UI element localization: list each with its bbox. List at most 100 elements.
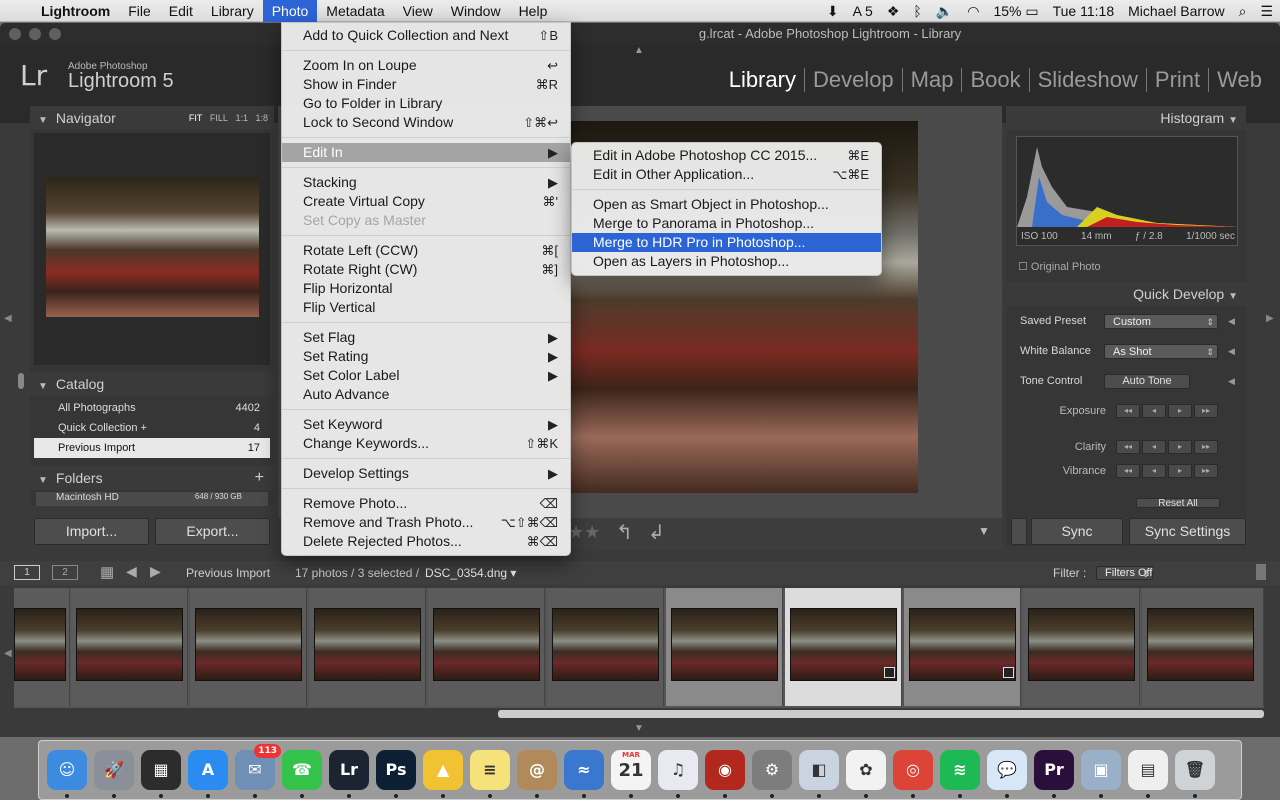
module-web[interactable]: Web — [1208, 68, 1270, 92]
close-window-button[interactable] — [9, 28, 21, 40]
preview-dock-icon[interactable]: ◧ — [799, 750, 839, 798]
edit-in-merge-to-hdr-pro-in-photoshop[interactable]: Merge to HDR Pro in Photoshop... — [572, 233, 881, 252]
photo-menu-change-keywords[interactable]: Change Keywords... ⇧⌘K — [282, 434, 570, 453]
user-name[interactable]: Michael Barrow — [1121, 3, 1231, 19]
photo-booth-dock-icon[interactable]: ◉ — [705, 750, 745, 798]
filmstrip-cell-active[interactable] — [785, 588, 902, 706]
filmstrip-cell[interactable] — [14, 588, 70, 706]
lightroom-dock-icon[interactable]: Lr — [329, 750, 369, 798]
photo-menu-delete-rejected-photos[interactable]: Delete Rejected Photos... ⌘⌫ — [282, 532, 570, 551]
edit-in-edit-in-other-application[interactable]: Edit in Other Application... ⌥⌘E — [572, 165, 881, 184]
filmstrip-cell[interactable] — [1142, 588, 1264, 706]
toolbar-menu-icon[interactable]: ▼ — [978, 524, 990, 538]
filmstrip-cell[interactable] — [190, 588, 307, 706]
secondary-screen-button[interactable]: 2 — [52, 565, 78, 580]
google-drive-dock-icon[interactable]: ▲ — [423, 750, 463, 798]
volume-row[interactable]: Macintosh HD 648 / 930 GB — [36, 492, 268, 506]
right-panel-toggle-icon[interactable]: ▶ — [1266, 313, 1274, 324]
menu-edit[interactable]: Edit — [160, 0, 202, 22]
menu-file[interactable]: File — [119, 0, 160, 22]
module-print[interactable]: Print — [1145, 68, 1208, 92]
catalog-header[interactable]: ▼ Catalog — [30, 372, 274, 396]
filmstrip-cell-selected[interactable] — [666, 588, 783, 706]
catalog-all-photographs[interactable]: All Photographs 4402 — [34, 398, 270, 418]
facetime-dock-icon[interactable]: ☎ — [282, 750, 322, 798]
dropbox-icon[interactable]: ❖ — [880, 3, 907, 20]
download-icon[interactable]: ⬇ — [820, 3, 846, 20]
module-library[interactable]: Library — [721, 68, 804, 92]
folders-header[interactable]: ▼ Folders + — [30, 466, 274, 490]
menu-metadata[interactable]: Metadata — [317, 0, 393, 22]
messages-dock-icon[interactable]: 💬 — [987, 750, 1027, 798]
photo-menu-flip-vertical[interactable]: Flip Vertical — [282, 298, 570, 317]
primary-screen-button[interactable]: 1 — [14, 565, 40, 580]
back-arrow-icon[interactable]: ◀ — [126, 563, 137, 580]
clarity-stepper[interactable]: ◂◂ ◂ ▸ ▸▸ — [1116, 440, 1218, 454]
module-map[interactable]: Map — [901, 68, 962, 92]
bluetooth-icon[interactable]: ᛒ — [906, 3, 928, 19]
apple-icon[interactable] — [0, 0, 32, 22]
photo-menu-lock-to-second-window[interactable]: Lock to Second Window ⇧⌘↩ — [282, 113, 570, 132]
module-develop[interactable]: Develop — [803, 68, 902, 92]
filmstrip-cell-selected[interactable] — [904, 588, 1021, 706]
sync-settings-button[interactable]: Sync Settings — [1129, 518, 1246, 545]
contacts-dock-icon[interactable]: @ — [517, 750, 557, 798]
menu-window[interactable]: Window — [442, 0, 510, 22]
photo-menu-remove-and-trash-photo[interactable]: Remove and Trash Photo... ⌥⇧⌘⌫ — [282, 513, 570, 532]
itunes-dock-icon[interactable]: ♫ — [658, 750, 698, 798]
menu-photo[interactable]: Photo — [262, 0, 318, 22]
expand-triangle-icon[interactable]: ◀ — [1228, 316, 1235, 327]
catalog-previous-import[interactable]: Previous Import 17 — [34, 438, 270, 458]
filmstrip-cell[interactable] — [309, 588, 426, 706]
photo-menu-auto-advance[interactable]: Auto Advance — [282, 385, 570, 404]
auto-sync-toggle[interactable] — [1011, 518, 1027, 545]
filmstrip-cell[interactable] — [428, 588, 545, 706]
photo-menu-develop-settings[interactable]: Develop Settings ▶ — [282, 464, 570, 483]
quick-develop-header[interactable]: Quick Develop ▼ — [1006, 282, 1246, 306]
spotify-dock-icon[interactable]: ≋ — [940, 750, 980, 798]
forward-arrow-icon[interactable]: ▶ — [150, 563, 161, 580]
exposure-stepper[interactable]: ◂◂ ◂ ▸ ▸▸ — [1116, 404, 1218, 418]
system-preferences-dock-icon[interactable]: ⚙ — [752, 750, 792, 798]
saved-preset-select[interactable]: Custom — [1104, 313, 1218, 329]
reset-all-button[interactable]: Reset All — [1136, 498, 1220, 508]
photo-menu-set-keyword[interactable]: Set Keyword ▶ — [282, 415, 570, 434]
photo-menu-create-virtual-copy[interactable]: Create Virtual Copy ⌘' — [282, 192, 570, 211]
left-panel-scrollbar[interactable] — [18, 373, 24, 389]
source-label[interactable]: Previous Import — [186, 566, 270, 580]
photo-menu-remove-photo[interactable]: Remove Photo... ⌫ — [282, 494, 570, 513]
image-capture-dock-icon[interactable]: ▣ — [1081, 750, 1121, 798]
trash-dock-icon[interactable]: 🗑 — [1175, 750, 1215, 798]
zoom-1-8[interactable]: 1:8 — [255, 113, 268, 123]
launchpad-dock-icon[interactable]: 🚀 — [94, 750, 134, 798]
import-button[interactable]: Import... — [34, 518, 149, 545]
edit-in-open-as-layers-in-photoshop[interactable]: Open as Layers in Photoshop... — [572, 252, 881, 271]
top-panel-toggle-icon[interactable]: ▲ — [634, 45, 644, 56]
zoom-window-button[interactable] — [49, 28, 61, 40]
vibrance-stepper[interactable]: ◂◂ ◂ ▸ ▸▸ — [1116, 464, 1218, 478]
photo-menu-set-rating[interactable]: Set Rating ▶ — [282, 347, 570, 366]
photo-menu-zoom-in-on-loupe[interactable]: Zoom In on Loupe ↩ — [282, 56, 570, 75]
add-folder-icon[interactable]: + — [255, 466, 264, 490]
photoshop-dock-icon[interactable]: Ps — [376, 750, 416, 798]
photo-menu-rotate-right-cw[interactable]: Rotate Right (CW) ⌘] — [282, 260, 570, 279]
photo-menu-go-to-folder-in-library[interactable]: Go to Folder in Library — [282, 94, 570, 113]
finder-dock-icon[interactable]: ☺ — [47, 750, 87, 798]
filmstrip-cell[interactable] — [71, 588, 188, 706]
dashboard-dock-icon[interactable]: ▦ — [141, 750, 181, 798]
histogram-header[interactable]: Histogram ▼ — [1006, 106, 1246, 130]
rotate-right-icon[interactable]: ↲ — [648, 520, 665, 545]
photo-menu-rotate-left-ccw[interactable]: Rotate Left (CCW) ⌘[ — [282, 241, 570, 260]
original-photo-toggle[interactable]: ☐ Original Photo — [1018, 260, 1101, 273]
notes-dock-icon[interactable]: ≡ — [470, 750, 510, 798]
navigator-preview[interactable] — [34, 133, 270, 365]
filename-dropdown[interactable]: DSC_0354.dng ▾ — [425, 566, 516, 580]
filmstrip-left-toggle-icon[interactable]: ◀ — [4, 648, 12, 659]
photo-menu-stacking[interactable]: Stacking ▶ — [282, 173, 570, 192]
spotlight-icon[interactable]: ⌕ — [1232, 3, 1254, 20]
photo-menu-show-in-finder[interactable]: Show in Finder ⌘R — [282, 75, 570, 94]
histogram-graph[interactable]: ISO 100 14 mm ƒ / 2.8 1/1000 sec — [1016, 136, 1238, 246]
expand-triangle-icon[interactable]: ◀ — [1228, 376, 1235, 387]
mountain-dock-icon[interactable]: ≈ — [564, 750, 604, 798]
filmstrip-scrollbar[interactable] — [498, 710, 1264, 718]
